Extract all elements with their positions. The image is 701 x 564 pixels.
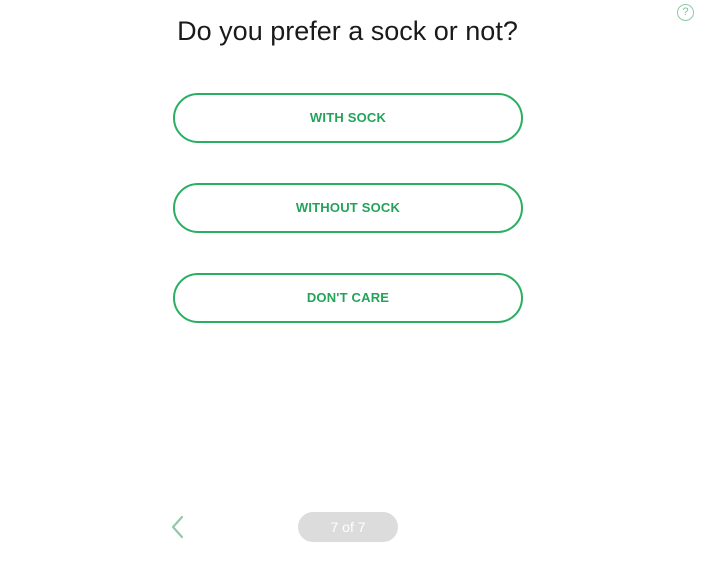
page-title: Do you prefer a sock or not? <box>177 16 518 46</box>
progress-indicator: 7 of 7 <box>298 512 398 542</box>
without-sock-button[interactable]: WITHOUT SOCK <box>173 183 523 233</box>
dont-care-button[interactable]: DON'T CARE <box>173 273 523 323</box>
back-button[interactable] <box>166 514 190 540</box>
chevron-left-icon <box>171 515 184 539</box>
with-sock-button[interactable]: WITH SOCK <box>173 93 523 143</box>
